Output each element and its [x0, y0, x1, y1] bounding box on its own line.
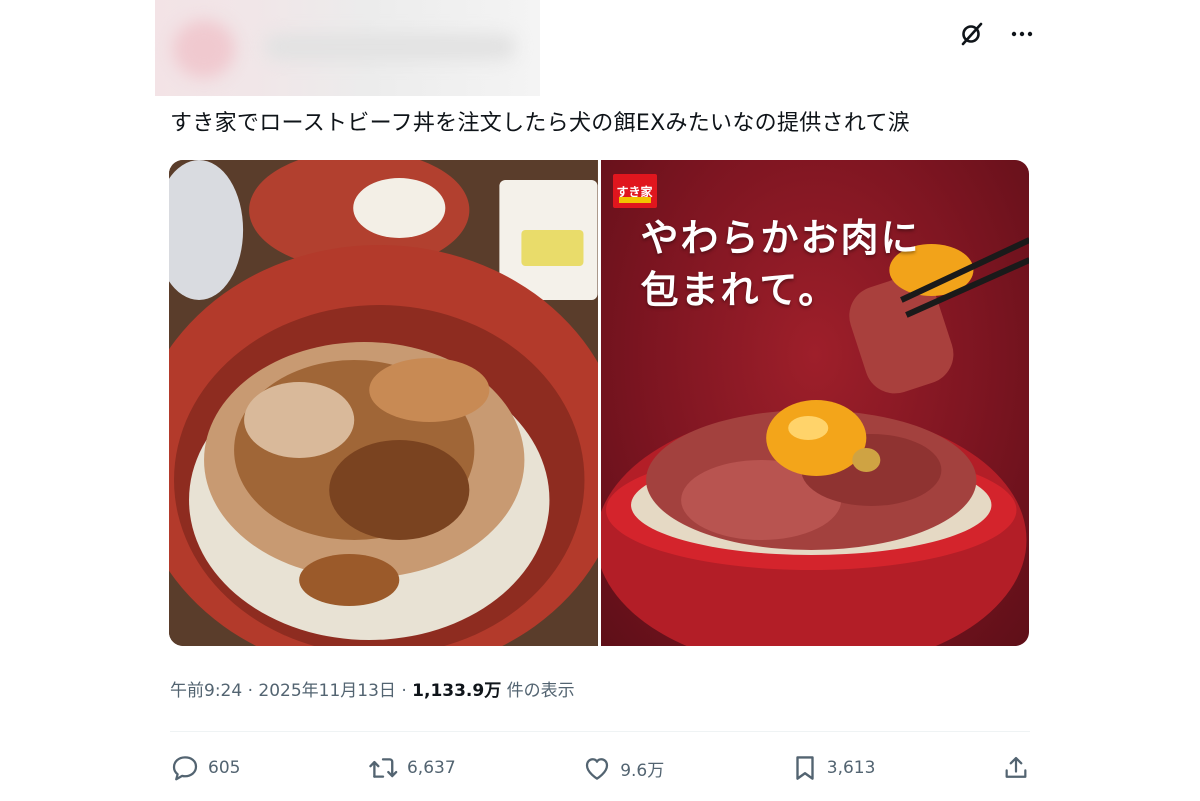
- tweet-date[interactable]: 2025年11月13日: [258, 681, 396, 701]
- tweet-text: すき家でローストビーフ丼を注文したら犬の餌EXみたいなの提供されて涙: [170, 111, 911, 136]
- ad-copy-line2: 包まれて。: [640, 268, 839, 312]
- divider: [170, 731, 1030, 732]
- ad-copy-line1: やわらかお肉に: [640, 216, 921, 260]
- like-count: 9.6万: [620, 760, 665, 781]
- tweet-time[interactable]: 午前9:24: [170, 681, 242, 701]
- grok-icon[interactable]: [958, 20, 986, 48]
- media-photo-ad-bowl[interactable]: すき家 やわらかお肉に 包まれて。: [600, 160, 1029, 646]
- sukiya-logo: すき家: [612, 174, 657, 208]
- reply-button[interactable]: 605: [170, 753, 240, 783]
- meta-separator: ·: [401, 681, 407, 701]
- bookmark-button[interactable]: 3,613: [791, 753, 876, 783]
- like-icon: [586, 758, 609, 780]
- blurred-author-header: [155, 0, 540, 96]
- reply-icon: [172, 756, 198, 781]
- meta-separator: ·: [247, 681, 253, 701]
- share-button[interactable]: [1002, 753, 1030, 783]
- media-photo-actual-bowl[interactable]: [169, 160, 598, 646]
- share-icon: [1005, 756, 1027, 778]
- tweet-media[interactable]: すき家 やわらかお肉に 包まれて。: [169, 160, 1029, 646]
- retweet-icon: [369, 758, 398, 778]
- more-icon[interactable]: [1008, 20, 1036, 48]
- tweet-actions: 605 6,637 9.6万 3,613: [170, 748, 1030, 788]
- ad-copy: やわらかお肉に 包まれて。: [641, 212, 921, 316]
- retweet-count: 6,637: [406, 758, 456, 778]
- bookmark-count: 3,613: [826, 758, 876, 778]
- reply-count: 605: [208, 758, 241, 778]
- tweet-top-actions: [958, 20, 1036, 48]
- retweet-button[interactable]: 6,637: [367, 753, 456, 783]
- tweet-meta: 午前9:24 · 2025年11月13日 · 1,133.9万 件の表示: [170, 676, 575, 701]
- like-button[interactable]: 9.6万: [582, 753, 664, 783]
- views-label: 件の表示: [506, 681, 575, 701]
- bookmark-icon: [796, 756, 814, 780]
- views-count: 1,133.9万: [412, 681, 502, 701]
